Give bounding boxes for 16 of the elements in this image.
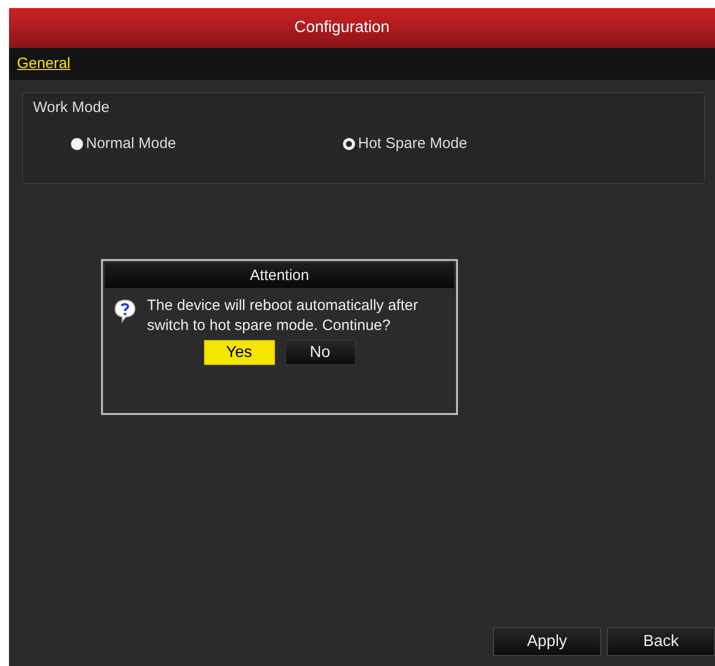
window-title: Configuration [294,19,390,37]
section-label: Work Mode [33,99,110,116]
footer-button[interactable]: Back [607,627,715,656]
option-label: Hot Spare Mode [358,135,468,152]
radio-option[interactable]: Normal Mode [71,135,343,152]
dialog-message: The device will reboot automatically after switch to hot spare mode. Continue? [147,296,419,336]
radio-button[interactable] [71,138,83,150]
question-icon [113,298,137,324]
footer-button[interactable]: Apply [493,627,601,656]
dialog-title: Attention [250,267,310,284]
radio-button[interactable] [343,138,355,150]
tab[interactable]: General [15,54,72,74]
option-label: Normal Mode [86,135,176,152]
dialog-button[interactable]: No [284,340,356,365]
radio-option[interactable]: Hot Spare Mode [343,135,615,152]
dialog-button[interactable]: Yes [204,340,274,365]
